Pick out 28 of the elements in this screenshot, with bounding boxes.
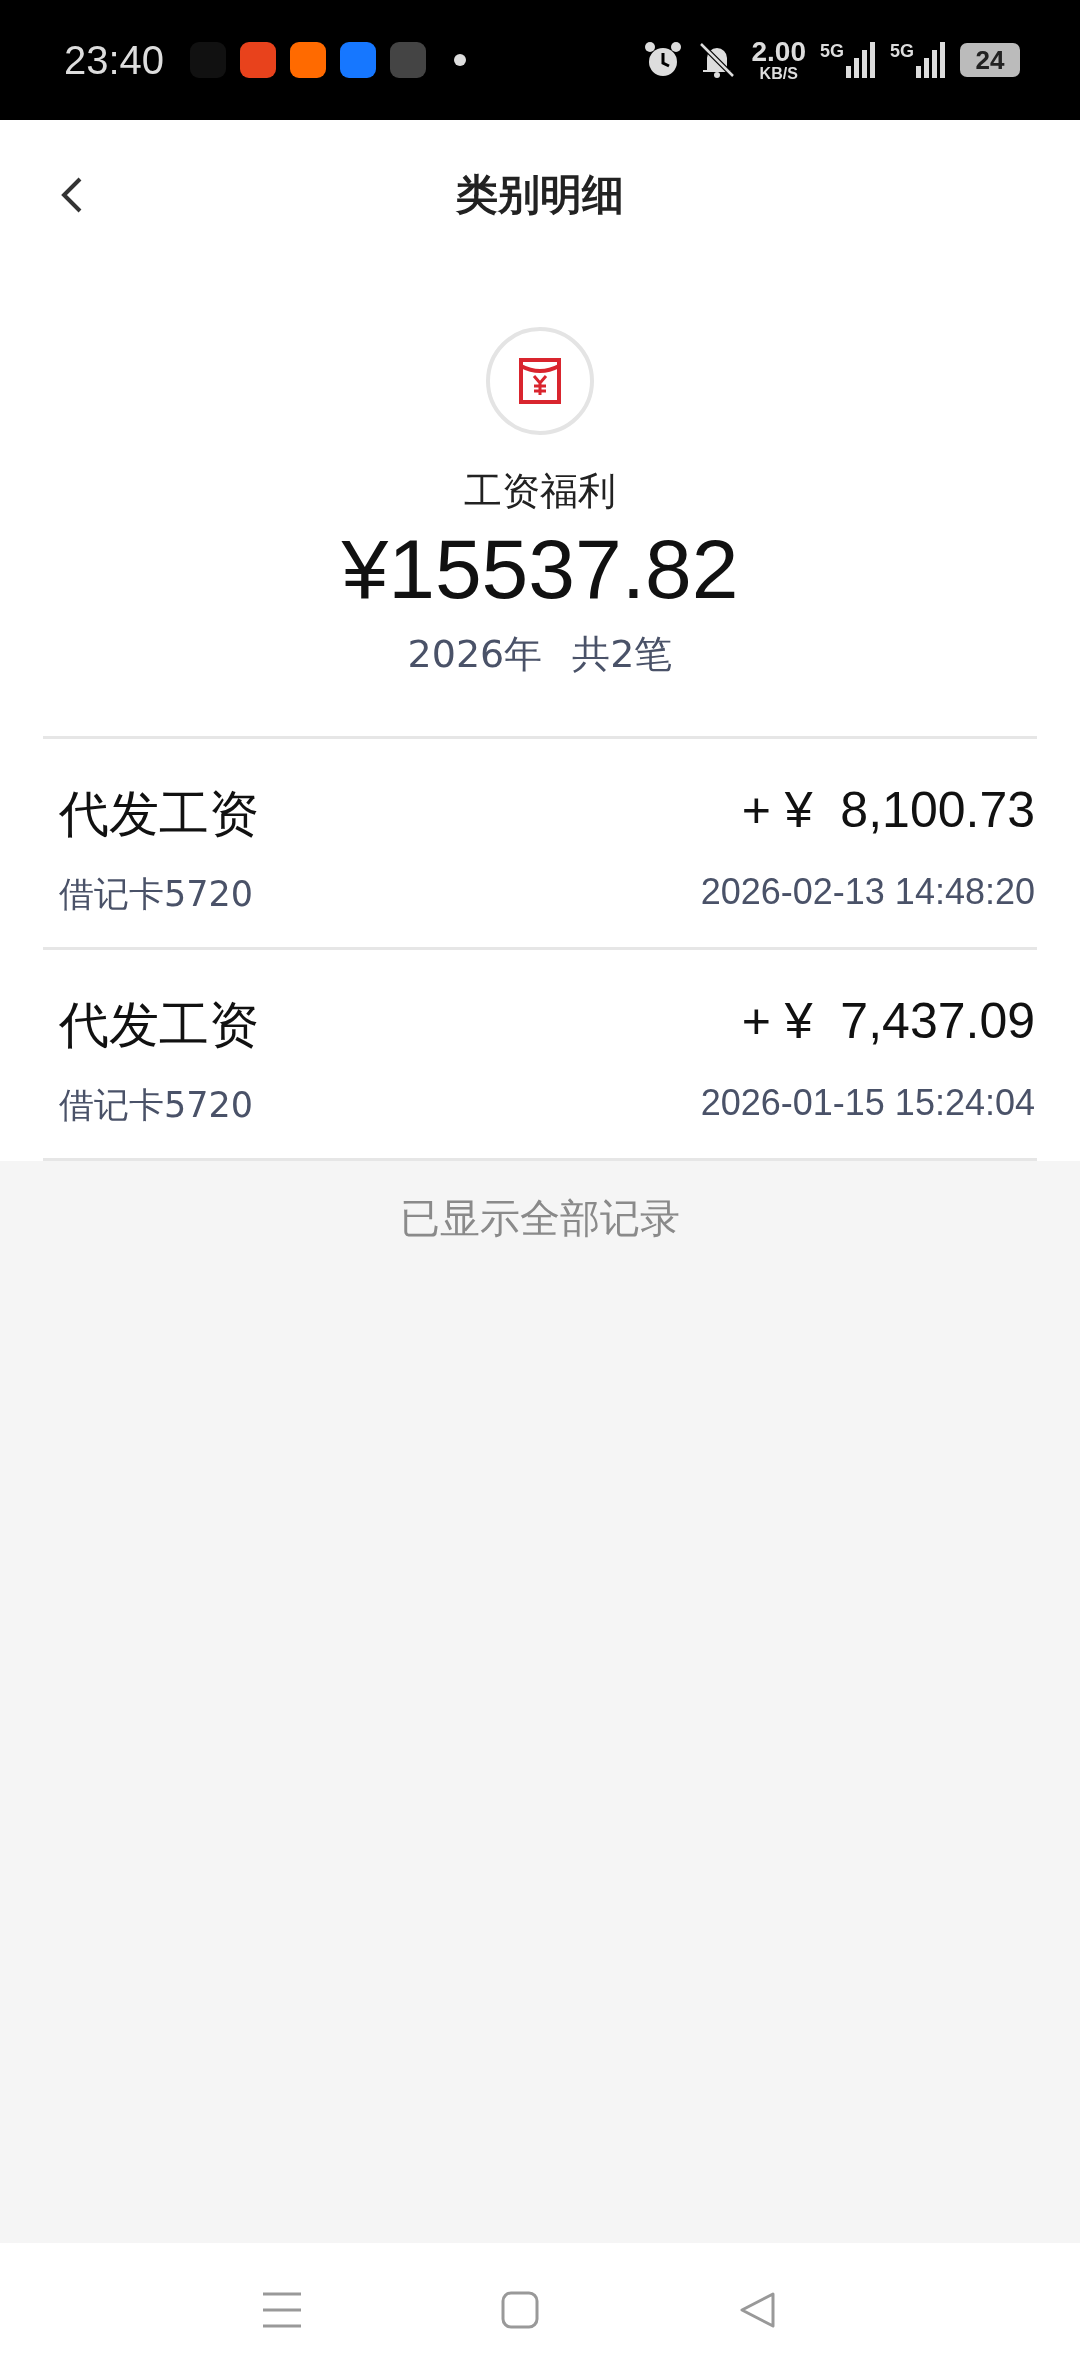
record-account: 借记卡5720 [59, 1084, 255, 1128]
record-row[interactable]: 代发工资 + ¥ 7,437.09 借记卡5720 2026-01-15 15:24:04 [43, 950, 1037, 1162]
record-amount: + ¥ 8,100.73 [740, 781, 1035, 841]
record-count: 共2笔 [572, 631, 673, 679]
network-label: 5G [890, 40, 914, 62]
record-title: 代发工资 [59, 995, 260, 1057]
home-icon[interactable] [501, 2290, 539, 2329]
record-amount: + ¥ 7,437.09 [740, 992, 1035, 1052]
menu-icon[interactable] [263, 2291, 301, 2328]
category-name: 工资福利 [464, 468, 616, 515]
speed-value: 2.00 [751, 38, 806, 66]
envelope-icon [485, 326, 595, 436]
speed-unit: KB/S [759, 66, 798, 82]
total-amount: ¥15537.82 [341, 523, 739, 616]
year-label: 2026年 [407, 631, 543, 679]
status-time: 23:40 [64, 37, 165, 83]
signal-icon [916, 42, 946, 78]
record-account: 借记卡5720 [59, 873, 255, 917]
network-label: 5G [819, 40, 844, 62]
battery-level: 24 [960, 43, 1020, 77]
page-title: 类别明细 [456, 169, 624, 221]
record-time: 2026-02-13 14:48:20 [700, 871, 1035, 915]
record-row[interactable]: 代发工资 + ¥ 8,100.73 借记卡5720 2026-02-13 14:48:20 [43, 739, 1037, 951]
record-title: 代发工资 [59, 784, 260, 846]
record-time: 2026-01-15 15:24:04 [700, 1082, 1035, 1126]
notification-dot-icon [454, 54, 467, 66]
end-of-list-note: 已显示全部记录 [400, 1194, 680, 1242]
signal-icon [846, 42, 876, 78]
